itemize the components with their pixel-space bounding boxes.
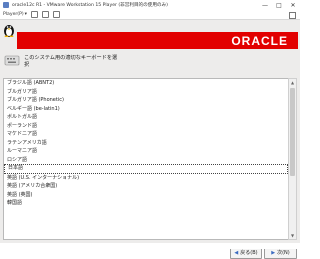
keyboard-list[interactable]: ブラジル語 (ABNT2) ブルガリア語 ブルガリア語 (Phonetic) ベルギー… — [3, 78, 289, 240]
keyboard-prompt: このシステム用の適切なキーボードを選 択 — [24, 55, 118, 68]
arrow-right-icon: ▶ — [271, 249, 276, 256]
minimize-button[interactable]: — — [258, 0, 272, 10]
player-menu-button[interactable]: Player(P) ▾ — [3, 12, 27, 17]
arrow-left-icon: ◀ — [234, 249, 239, 256]
player-toolbar: Player(P) ▾ — [0, 10, 300, 20]
list-scrollbar[interactable]: ▲ ▼ — [288, 78, 297, 240]
keyboard-list-item[interactable]: ラテンアメリカ語 — [4, 139, 288, 148]
scroll-thumb[interactable] — [290, 88, 295, 176]
chevron-down-icon: ▾ — [24, 12, 27, 17]
keyboard-list-item[interactable]: 英語 (英国) — [4, 191, 288, 200]
oracle-banner: ORACLE — [17, 32, 298, 49]
keyboard-list-item[interactable]: ポーランド語 — [4, 122, 288, 131]
keyboard-icon — [4, 55, 20, 66]
player-menu-label: Player(P) — [3, 12, 24, 17]
oracle-logo: ORACLE — [231, 33, 288, 48]
keyboard-list-item[interactable]: ルーマニア語 — [4, 147, 288, 156]
status-bar — [0, 243, 300, 249]
maximize-button[interactable]: □ — [272, 0, 286, 10]
keyboard-list-item[interactable]: ベルギー語 (be-latin1) — [4, 105, 288, 114]
vm-display[interactable]: ORACLE このシステム用の適切なキーボードを選 択 ブラジル語 (ABNT2… — [0, 20, 300, 259]
window-controls: — □ ✕ — [258, 0, 300, 10]
scroll-down-icon[interactable]: ▼ — [289, 232, 296, 239]
keyboard-list-item[interactable]: 韓国語 — [4, 199, 288, 208]
keyboard-list-item[interactable]: 英語 (U.S. インターナショナル) — [4, 174, 288, 183]
close-button[interactable]: ✕ — [286, 0, 300, 10]
keyboard-list-item[interactable]: ブルガリア語 — [4, 88, 288, 97]
next-button-label: 次(N) — [277, 250, 290, 256]
keyboard-list-item[interactable]: 日本語 — [4, 164, 288, 174]
window-title: oracle12c R1 - VMware Workstation 15 Pla… — [12, 3, 168, 8]
keyboard-list-item[interactable]: ブラジル語 (ABNT2) — [4, 79, 288, 88]
keyboard-list-item[interactable]: ロシア語 — [4, 156, 288, 165]
keyboard-list-item[interactable]: ボルトガル語 — [4, 113, 288, 122]
keyboard-list-item[interactable]: マケドニア語 — [4, 130, 288, 139]
back-button-label: 戻る(B) — [240, 250, 258, 256]
fullscreen-icon[interactable] — [52, 11, 60, 18]
pause-icon[interactable] — [30, 11, 38, 18]
keyboard-list-item[interactable]: 英語 (アメリカ合衆国) — [4, 182, 288, 191]
title-bar: oracle12c R1 - VMware Workstation 15 Pla… — [0, 0, 300, 10]
vmware-icon — [3, 2, 9, 8]
scroll-up-icon[interactable]: ▲ — [289, 79, 296, 86]
tux-penguin-icon — [4, 25, 14, 37]
send-ctrl-alt-del-icon[interactable] — [41, 11, 49, 18]
keyboard-list-item[interactable]: ブルガリア語 (Phonetic) — [4, 96, 288, 105]
unity-icon[interactable] — [289, 12, 296, 19]
